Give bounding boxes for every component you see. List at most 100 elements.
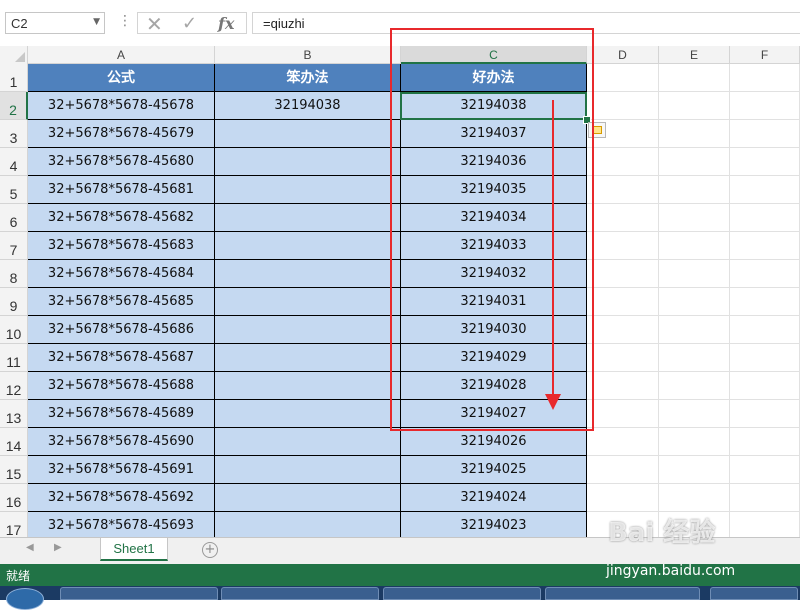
column-header-b[interactable]: B [215,46,401,64]
cell-f[interactable] [730,372,800,400]
row-header[interactable]: 17 [0,512,28,540]
cell-a[interactable]: 32+5678*5678-45688 [28,372,215,400]
cell-e[interactable] [659,316,730,344]
column-header-c[interactable]: C [401,46,587,64]
cell-f[interactable] [730,204,800,232]
row-header[interactable]: 8 [0,260,28,288]
cell-d[interactable] [587,428,659,456]
row-header[interactable]: 3 [0,120,28,148]
column-header-a[interactable]: A [28,46,215,64]
row-header[interactable]: 4 [0,148,28,176]
cell-e[interactable] [659,260,730,288]
cell-e[interactable] [659,428,730,456]
name-box[interactable]: C2 ▼ [5,12,105,34]
cell-d[interactable] [587,400,659,428]
cell-e[interactable] [659,92,730,120]
sheet-tab-sheet1[interactable]: Sheet1 [100,538,168,561]
cell-a[interactable]: 32+5678*5678-45690 [28,428,215,456]
cell-b[interactable]: 32194038 [215,92,401,120]
cell-e[interactable] [659,148,730,176]
taskbar-button-other[interactable] [710,587,798,600]
taskbar-button-browser[interactable] [221,587,379,600]
row-header[interactable]: 7 [0,232,28,260]
cell-a[interactable]: 32+5678*5678-45684 [28,260,215,288]
cell-d[interactable] [587,456,659,484]
header-cell-a[interactable]: 公式 [28,64,215,92]
cell-c[interactable]: 32194024 [401,484,587,512]
row-header[interactable]: 12 [0,372,28,400]
select-all-corner[interactable] [0,46,28,64]
cell-d[interactable] [587,204,659,232]
cell-b[interactable] [215,148,401,176]
cell-c[interactable]: 32194038 [401,92,587,120]
cell-d[interactable] [587,92,659,120]
cell-c[interactable]: 32194023 [401,512,587,540]
cell-f[interactable] [730,400,800,428]
cell-c[interactable]: 32194037 [401,120,587,148]
column-header-e[interactable]: E [659,46,730,64]
cell-d[interactable] [587,372,659,400]
cell-f[interactable] [730,64,800,92]
cell-c[interactable]: 32194026 [401,428,587,456]
cell-f[interactable] [730,316,800,344]
row-header[interactable]: 9 [0,288,28,316]
cell-e[interactable] [659,176,730,204]
cell-c[interactable]: 32194036 [401,148,587,176]
cell-b[interactable] [215,372,401,400]
cell-d[interactable] [587,344,659,372]
row-header[interactable]: 5 [0,176,28,204]
autofill-options-icon[interactable] [588,122,606,138]
scroll-left-icon[interactable]: ◀ [26,542,34,553]
start-button-icon[interactable] [6,588,44,610]
scroll-right-icon[interactable]: ▶ [54,542,62,553]
cell-a[interactable]: 32+5678*5678-45685 [28,288,215,316]
row-header[interactable]: 2 [0,92,28,120]
cell-e[interactable] [659,204,730,232]
cell-f[interactable] [730,148,800,176]
cell-a[interactable]: 32+5678*5678-45687 [28,344,215,372]
cell-f[interactable] [730,260,800,288]
cell-f[interactable] [730,288,800,316]
cell-b[interactable] [215,344,401,372]
cell-d[interactable] [587,484,659,512]
cell-f[interactable] [730,428,800,456]
cell-f[interactable] [730,176,800,204]
cell-a[interactable]: 32+5678*5678-45689 [28,400,215,428]
header-cell-c[interactable]: 好办法 [401,64,587,92]
cell-f[interactable] [730,232,800,260]
cell-a[interactable]: 32+5678*5678-45678 [28,92,215,120]
cell-f[interactable] [730,484,800,512]
cell-b[interactable] [215,456,401,484]
cell-b[interactable] [215,260,401,288]
cell-e[interactable] [659,288,730,316]
cell-e[interactable] [659,120,730,148]
cell-c[interactable]: 32194031 [401,288,587,316]
cell-b[interactable] [215,176,401,204]
insert-function-icon[interactable]: fx [218,13,234,35]
cell-b[interactable] [215,232,401,260]
column-header-f[interactable]: F [730,46,800,64]
add-sheet-icon[interactable]: + [202,542,218,558]
cell-e[interactable] [659,372,730,400]
row-header[interactable]: 14 [0,428,28,456]
cell-a[interactable]: 32+5678*5678-45682 [28,204,215,232]
cell-b[interactable] [215,428,401,456]
header-cell-b[interactable]: 笨办法 [215,64,401,92]
cell-f[interactable] [730,512,800,540]
row-header[interactable]: 1 [0,64,28,92]
row-header[interactable]: 16 [0,484,28,512]
cell-b[interactable] [215,316,401,344]
cell-a[interactable]: 32+5678*5678-45691 [28,456,215,484]
cell-c[interactable]: 32194032 [401,260,587,288]
formula-input[interactable]: =qiuzhi [252,12,800,34]
cell-e[interactable] [659,64,730,92]
cell-c[interactable]: 32194030 [401,316,587,344]
cell-c[interactable]: 32194029 [401,344,587,372]
cell-a[interactable]: 32+5678*5678-45693 [28,512,215,540]
cell-a[interactable]: 32+5678*5678-45681 [28,176,215,204]
cell-a[interactable]: 32+5678*5678-45692 [28,484,215,512]
cell-e[interactable] [659,232,730,260]
cell-f[interactable] [730,344,800,372]
cell-c[interactable]: 32194025 [401,456,587,484]
cell-e[interactable] [659,400,730,428]
